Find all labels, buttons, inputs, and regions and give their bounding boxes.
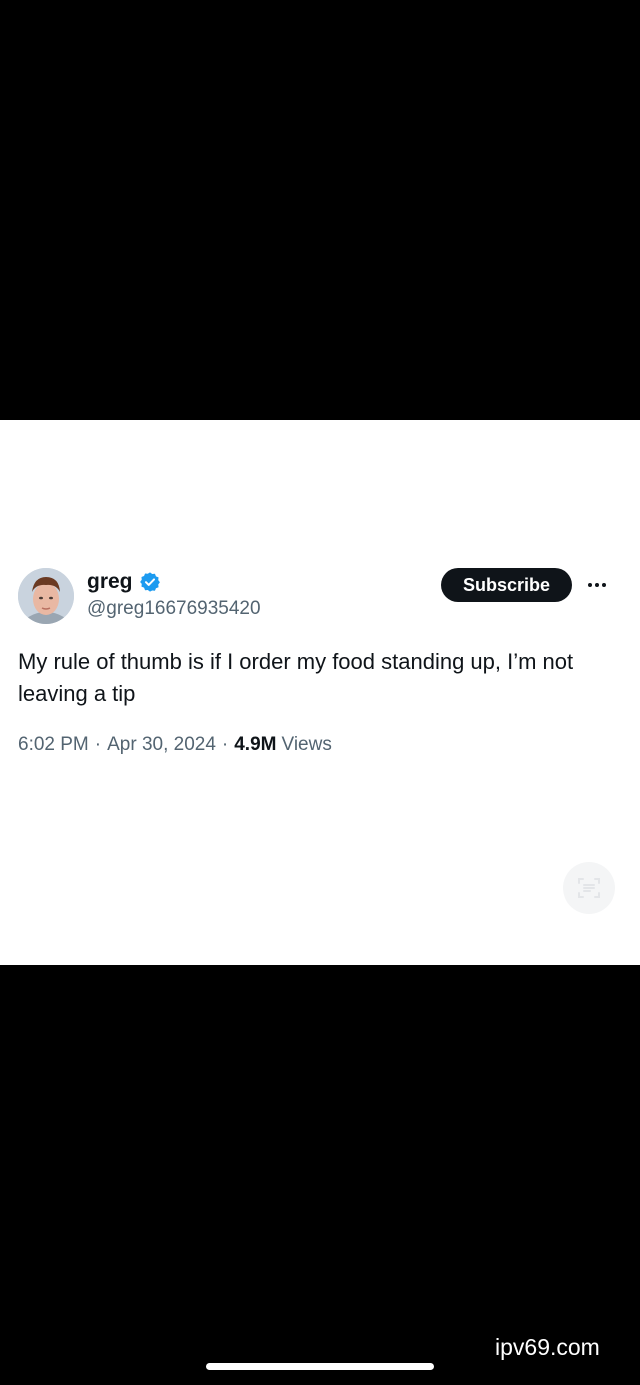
tweet-card: greg @greg16676935420 Subscribe My rule … xyxy=(0,420,640,965)
meta-separator: · xyxy=(94,734,102,755)
views-label: Views xyxy=(281,734,332,755)
verified-badge-icon xyxy=(139,571,161,593)
views-count: 4.9M xyxy=(234,734,277,755)
bottom-letterbox xyxy=(0,965,640,1385)
watermark-text: ipv69.com xyxy=(495,1334,600,1360)
tweet-time[interactable]: 6:02 PM xyxy=(18,734,89,756)
tweet-meta: 6:02 PM · Apr 30, 2024 · 4.9M Views xyxy=(18,734,332,756)
avatar-face-icon xyxy=(18,568,74,624)
display-name[interactable]: greg xyxy=(87,570,133,594)
tweet-date[interactable]: Apr 30, 2024 xyxy=(107,734,216,756)
author-row: greg xyxy=(87,568,161,596)
scan-text-icon[interactable] xyxy=(563,862,615,914)
more-options-icon[interactable] xyxy=(584,574,610,596)
tweet-text: My rule of thumb is if I order my food s… xyxy=(18,649,574,706)
home-indicator[interactable] xyxy=(206,1363,434,1370)
meta-separator: · xyxy=(221,734,229,755)
author-handle[interactable]: @greg16676935420 xyxy=(87,598,261,620)
subscribe-button[interactable]: Subscribe xyxy=(441,568,572,602)
avatar[interactable] xyxy=(18,568,74,624)
top-letterbox xyxy=(0,0,640,420)
